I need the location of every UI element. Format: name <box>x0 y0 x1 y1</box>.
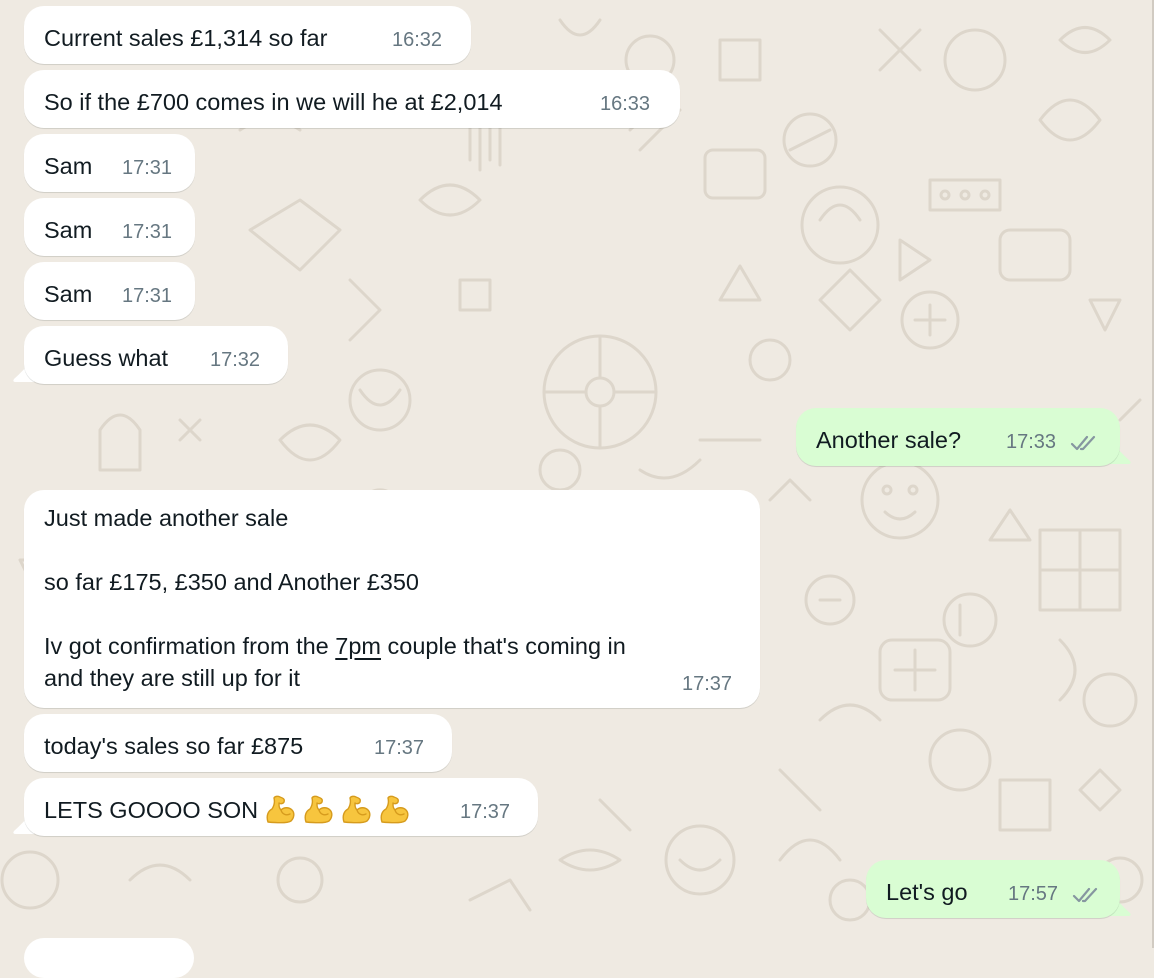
flexed-biceps-emoji-icon <box>264 794 296 824</box>
message-text: So if the £700 comes in we will he at £2… <box>44 89 503 115</box>
message-text: Guess what <box>44 345 169 371</box>
message-line: and they are still up for it <box>44 665 301 691</box>
message-time: 16:32 <box>392 29 443 51</box>
message-line: Just made another sale <box>44 505 289 531</box>
flexed-biceps-emoji-icon <box>378 794 410 824</box>
message-line: Iv got confirmation from the 7pm couple … <box>44 630 626 662</box>
message-time: 17:32 <box>210 349 261 371</box>
read-receipt-double-tick-icon <box>1072 887 1098 903</box>
message-text: Sam <box>44 217 93 243</box>
incoming-message[interactable]: Just made another sale so far £175, £350… <box>24 490 760 708</box>
message-line-part: couple that's coming in <box>380 633 626 659</box>
message-text-content: LETS GOOOO SON <box>44 797 259 823</box>
emoji-row <box>258 794 410 824</box>
outgoing-message[interactable]: Another sale? 17:33 <box>796 408 1120 466</box>
message-time: 17:37 <box>682 673 733 695</box>
message-line: so far £175, £350 and Another £350 <box>44 569 420 595</box>
chat-message-list[interactable]: Current sales £1,314 so far 16:32 So if … <box>0 0 1154 948</box>
incoming-message[interactable]: Sam 17:31 <box>24 134 195 192</box>
incoming-message[interactable]: Sam 17:31 <box>24 198 195 256</box>
flexed-biceps-emoji-icon <box>302 794 334 824</box>
message-time: 16:33 <box>600 93 651 115</box>
outgoing-message[interactable]: Let's go 17:57 <box>866 860 1120 918</box>
message-time: 17:31 <box>122 221 173 243</box>
message-text: Just made another sale so far £175, £350… <box>44 502 626 694</box>
incoming-message[interactable]: Guess what 17:32 <box>24 326 288 384</box>
message-time: 17:33 <box>1006 431 1057 453</box>
message-time: 17:31 <box>122 285 173 307</box>
incoming-message[interactable]: LETS GOOOO SON 17:37 <box>24 778 538 836</box>
message-time: 17:37 <box>374 737 425 759</box>
message-time: 17:57 <box>1008 883 1059 905</box>
time-link[interactable]: 7pm <box>335 633 381 659</box>
incoming-message[interactable]: So if the £700 comes in we will he at £2… <box>24 70 680 128</box>
incoming-message[interactable]: Sam 17:31 <box>24 262 195 320</box>
message-time: 17:31 <box>122 157 173 179</box>
message-text: Sam <box>44 281 93 307</box>
message-time: 17:37 <box>460 801 511 823</box>
message-text: LETS GOOOO SON <box>44 794 410 826</box>
partially-visible-message[interactable] <box>24 938 194 978</box>
read-receipt-double-tick-icon <box>1070 435 1096 451</box>
message-line-part: Iv got confirmation from the <box>44 633 336 659</box>
message-text: Let's go <box>886 879 968 905</box>
message-text: Sam <box>44 153 93 179</box>
message-text: today's sales so far £875 <box>44 733 304 759</box>
message-text: Another sale? <box>816 427 962 453</box>
incoming-message[interactable]: Current sales £1,314 so far 16:32 <box>24 6 471 64</box>
flexed-biceps-emoji-icon <box>340 794 372 824</box>
message-text: Current sales £1,314 so far <box>44 25 328 51</box>
incoming-message[interactable]: today's sales so far £875 17:37 <box>24 714 452 772</box>
